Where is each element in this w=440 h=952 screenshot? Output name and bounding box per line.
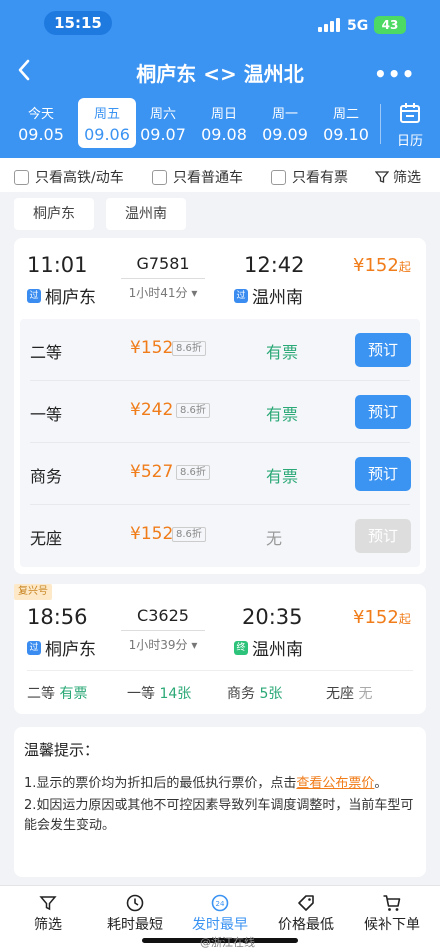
date-tab[interactable]: 周一 09.09 (256, 98, 314, 148)
date-tab[interactable]: 今天 09.05 (12, 98, 70, 148)
chevron-left-icon (18, 59, 30, 81)
book-button[interactable]: 预订 (355, 395, 411, 429)
availability: 无 (266, 529, 283, 548)
book-button[interactable]: 预订 (355, 333, 411, 367)
divider (380, 104, 381, 144)
normal-train-checkbox[interactable]: 只看普通车 (152, 167, 243, 187)
seat-summary: 一等 14张 (127, 686, 192, 702)
date-tab-selected[interactable]: 周五 09.06 (78, 98, 136, 148)
date-tab[interactable]: 周二 09.10 (317, 98, 375, 148)
depart-station: 过桐庐东 (27, 283, 96, 308)
tab-waitlist[interactable]: 候补下单 (348, 892, 436, 934)
depart-station: 过桐庐东 (27, 635, 96, 660)
back-button[interactable] (16, 58, 36, 82)
svg-text:24: 24 (216, 900, 225, 908)
depart-time: 11:01 (27, 253, 88, 277)
fuxing-badge: 复兴号 (14, 584, 52, 600)
terminal-tag: 终 (234, 640, 248, 655)
filter-icon (39, 896, 57, 911)
station-chip-from[interactable]: 桐庐东 (14, 198, 94, 230)
caret-down-icon: ▾ (191, 286, 198, 300)
caret-down-icon: ▾ (191, 638, 198, 652)
station-chip-to[interactable]: 温州南 (106, 198, 186, 230)
checkbox-icon (14, 169, 29, 185)
duration[interactable]: 1小时41分 ▾ (116, 284, 210, 301)
lowest-price: ¥152起 (353, 607, 411, 628)
arrive-station: 终温州南 (234, 635, 303, 660)
tips-title: 温馨提示： (24, 741, 100, 759)
filter-bar: 只看高铁/动车 只看普通车 只看有票 筛选 (0, 158, 440, 192)
train-number: G7581 (136, 254, 190, 273)
arrive-station: 过温州南 (234, 283, 303, 308)
availability: 有票 (266, 405, 299, 424)
tips-line: 2.如因运力原因或其他不可控因素导致列车调度调整时，当前车型可能会发生变动。 (24, 798, 414, 833)
tips-line: 1.显示的票价均为折扣后的最低执行票价，点击查看公布票价。 (24, 776, 388, 791)
duration[interactable]: 1小时39分 ▾ (116, 636, 210, 653)
book-button-disabled[interactable]: 预订 (355, 519, 411, 553)
seat-row: 商务 ¥527 8.6折 有票 预订 (20, 443, 420, 505)
pass-tag: 过 (234, 288, 248, 303)
calendar-icon (400, 103, 420, 123)
battery-level: 43 (381, 18, 399, 32)
signal-icon (318, 18, 340, 32)
calendar-button[interactable]: 日历 (390, 102, 430, 149)
discount-badge: 8.6折 (176, 465, 210, 480)
divider (121, 278, 205, 279)
tab-shortest[interactable]: 耗时最短 (91, 892, 179, 934)
checkbox-icon (271, 169, 286, 185)
calendar-label: 日历 (396, 134, 423, 149)
status-time: 15:15 (44, 11, 112, 35)
seat-row: 一等 ¥242 8.6折 有票 预订 (20, 381, 420, 443)
depart-time: 18:56 (27, 605, 88, 629)
funnel-icon (375, 171, 389, 183)
checkbox-icon (152, 169, 167, 185)
availability: 有票 (266, 343, 299, 362)
24h-icon: 24 (211, 894, 229, 912)
watermark: @浙江在线 (200, 936, 255, 949)
tips-panel: 温馨提示： 1.显示的票价均为折扣后的最低执行票价，点击查看公布票价。 2.如因… (14, 727, 426, 877)
clock-icon (126, 894, 144, 912)
available-only-checkbox[interactable]: 只看有票 (271, 167, 348, 187)
seat-summary: 无座 无 (326, 686, 373, 702)
tab-earliest[interactable]: 24 发时最早 (176, 892, 264, 934)
divider (27, 670, 413, 671)
seat-summary: 商务 5张 (227, 686, 283, 702)
seat-row: 二等 ¥152 8.6折 有票 预订 (20, 319, 420, 381)
book-button[interactable]: 预订 (355, 457, 411, 491)
date-tab[interactable]: 周六 09.07 (134, 98, 192, 148)
seat-list: 二等 ¥152 8.6折 有票 预订 一等 ¥242 8.6折 有票 预订 商务… (20, 319, 420, 567)
filter-button[interactable]: 筛选 (375, 167, 421, 187)
date-tab[interactable]: 周日 09.08 (195, 98, 253, 148)
pass-tag: 过 (27, 288, 41, 303)
discount-badge: 8.6折 (172, 527, 206, 542)
tab-lowest-price[interactable]: 价格最低 (262, 892, 350, 934)
top-header: 15:15 5G 43 桐庐东 <> 温州北 ••• 今天 09.05 周五 09.… (0, 0, 440, 158)
date-selector: 今天 09.05 周五 09.06 周六 09.07 周日 09.08 周一 09.09 … (12, 98, 384, 150)
price-tag-icon (298, 895, 314, 911)
view-published-price-link[interactable]: 查看公布票价 (296, 776, 374, 791)
arrive-time: 20:35 (242, 605, 303, 629)
train-number: C3625 (137, 606, 189, 625)
tab-filter[interactable]: 筛选 (4, 892, 92, 934)
seat-row: 无座 ¥152 8.6折 无 预订 (20, 505, 420, 567)
discount-badge: 8.6折 (176, 403, 210, 418)
high-speed-checkbox[interactable]: 只看高铁/动车 (14, 167, 124, 187)
battery-icon: 43 (374, 16, 406, 34)
pass-tag: 过 (27, 640, 41, 655)
page-title: 桐庐东 <> 温州北 (136, 62, 304, 86)
availability: 有票 (266, 467, 299, 486)
more-options-button[interactable]: ••• (374, 62, 415, 86)
seat-summary: 二等 有票 (27, 686, 88, 702)
discount-badge: 8.6折 (172, 341, 206, 356)
network-type: 5G (347, 18, 369, 34)
lowest-price: ¥152起 (353, 255, 411, 276)
arrive-time: 12:42 (244, 253, 305, 277)
cart-icon (383, 895, 401, 911)
divider (121, 630, 205, 631)
